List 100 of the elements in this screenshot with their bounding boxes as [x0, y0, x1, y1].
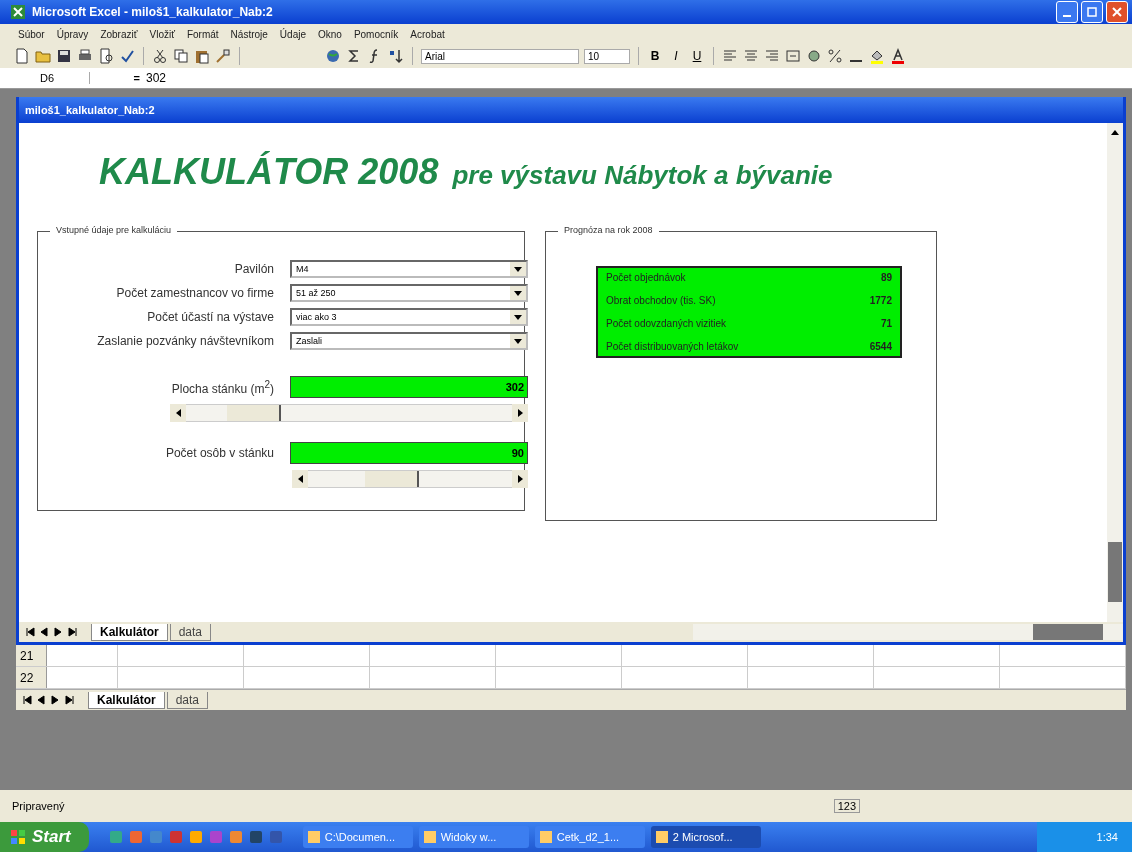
taskbar-button[interactable]: 2 Microsof...	[650, 826, 761, 848]
forecast-label: Počet objednávok	[606, 272, 686, 283]
menu-item[interactable]: Acrobat	[410, 28, 445, 40]
scroll-thumb[interactable]	[1108, 542, 1122, 602]
field-label: Pavilón	[233, 262, 274, 276]
brush-icon[interactable]	[215, 48, 231, 64]
vertical-scrollbar[interactable]	[1107, 123, 1123, 622]
row-header: 21	[16, 645, 47, 666]
align-right-icon[interactable]	[764, 48, 780, 64]
status-indicator: 123	[833, 799, 860, 813]
dropdown-field[interactable]: viac ako 3	[290, 308, 528, 326]
right-arrow-icon[interactable]	[517, 409, 523, 417]
flag-icon	[10, 829, 26, 845]
row-header: 22	[16, 667, 47, 688]
group-legend: Vstupné údaje pre kalkuláciu	[50, 225, 178, 235]
close-button[interactable]	[1106, 1, 1128, 23]
status-text: Pripravený	[12, 800, 66, 812]
globe-icon[interactable]	[325, 48, 341, 64]
preview-icon[interactable]	[98, 48, 114, 64]
spelling-icon[interactable]	[119, 48, 135, 64]
start-button[interactable]: Start	[0, 822, 89, 852]
window-icon	[306, 830, 321, 844]
group-legend: Prognóza na rok 2008	[558, 225, 659, 235]
font-size-field[interactable]: 10	[584, 48, 630, 64]
heading-subtitle: pre výstavu Nábytok a bývanie	[452, 160, 833, 191]
percent-icon[interactable]	[827, 48, 843, 64]
slider-thumb[interactable]	[365, 471, 419, 487]
sheet-tab[interactable]: Kalkulátor	[88, 691, 165, 709]
slider-thumb[interactable]	[226, 405, 281, 421]
scroll-thumb[interactable]	[1033, 624, 1103, 640]
window-icon	[538, 830, 553, 844]
maximize-button[interactable]	[1081, 1, 1103, 23]
spreadsheet-icon	[10, 4, 26, 20]
field-label: Počet zamestnancov vo firme	[115, 286, 274, 300]
align-center-icon[interactable]	[743, 48, 759, 64]
left-arrow-icon[interactable]	[175, 409, 181, 417]
forecast-label: Obrat obchodov (tis. SK)	[606, 295, 716, 306]
font-color-icon[interactable]	[890, 48, 906, 64]
forecast-value: 6544	[869, 341, 892, 352]
format-button[interactable]: B	[647, 49, 663, 63]
menu-item[interactable]: Údaje	[279, 28, 306, 40]
sort-icon[interactable]	[388, 48, 404, 64]
dropdown-field[interactable]: 51 až 250	[290, 284, 528, 302]
up-arrow-icon[interactable]	[1111, 129, 1119, 137]
taskbar-button[interactable]: Cetk_d2_1...	[534, 826, 645, 848]
field-label: Počet osôb v stánku	[164, 446, 274, 460]
menu-item[interactable]: Úpravy	[56, 28, 89, 40]
menu-item[interactable]: Formát	[186, 28, 219, 40]
caret-icon	[514, 266, 522, 272]
clipboard-icon[interactable]	[194, 48, 210, 64]
formula-field[interactable]: 302	[146, 71, 167, 85]
merge-icon[interactable]	[785, 48, 801, 64]
value-field: 302	[290, 376, 528, 398]
folder-icon[interactable]	[35, 48, 51, 64]
field-label: Zaslanie pozvánky návštevníkom	[96, 334, 274, 348]
window-icon	[422, 830, 437, 844]
name-box[interactable]: D6	[0, 72, 90, 84]
currency-icon[interactable]	[806, 48, 822, 64]
taskbar-button[interactable]: Widoky w...	[418, 826, 529, 848]
dropdown-field[interactable]: M4	[290, 260, 528, 278]
caret-icon	[514, 338, 522, 344]
forecast-value: 71	[880, 318, 892, 329]
copy-icon[interactable]	[173, 48, 189, 64]
new-file-icon[interactable]	[14, 48, 30, 64]
field-label: Počet účastí na výstave	[146, 310, 274, 324]
workbook-title: miloš1_kalkulator_Nab:2	[25, 104, 155, 116]
menu-item[interactable]: Pomocník	[353, 28, 399, 40]
formula-sign: =	[132, 72, 141, 84]
font-field[interactable]: Arial	[421, 48, 579, 64]
clock: 1:34	[1096, 831, 1118, 843]
fill-color-icon[interactable]	[869, 48, 885, 64]
scissors-icon[interactable]	[152, 48, 168, 64]
horizontal-scrollbar[interactable]	[693, 624, 1123, 640]
menu-item[interactable]: Nástroje	[230, 28, 268, 40]
left-arrow-icon[interactable]	[297, 475, 303, 483]
forecast-value: 89	[880, 272, 892, 283]
caret-icon	[514, 290, 522, 296]
dropdown-field[interactable]: Zaslali	[290, 332, 528, 350]
sheet-tab[interactable]: data	[166, 691, 209, 709]
forecast-label: Počet distribuovaných letákov	[606, 341, 739, 352]
window-icon	[654, 830, 669, 844]
align-left-icon[interactable]	[722, 48, 738, 64]
format-button[interactable]: I	[668, 49, 684, 63]
maximize-icon	[1087, 7, 1097, 17]
quick-launch-icon[interactable]	[188, 830, 203, 844]
minimize-button[interactable]	[1056, 1, 1078, 23]
save-icon[interactable]	[56, 48, 72, 64]
forecast-value: 1772	[869, 295, 892, 306]
menu-item[interactable]: Zobraziť	[100, 28, 138, 40]
field-label: Plocha stánku (m$^{2}$)	[170, 378, 274, 396]
menu-item[interactable]: Vložiť	[149, 28, 175, 40]
sheet-tab[interactable]: Kalkulátor	[91, 623, 168, 641]
window-title: Microsoft Excel - miloš1_kalkulator_Nab:2	[32, 5, 274, 19]
taskbar-button[interactable]: C:\Documen...	[302, 826, 413, 848]
format-button[interactable]: U	[689, 49, 705, 63]
forecast-label: Počet odovzdaných vizitiek	[606, 318, 727, 329]
menu-item[interactable]: Súbor	[18, 28, 45, 40]
sheet-tab[interactable]: data	[169, 623, 212, 641]
right-arrow-icon[interactable]	[517, 475, 523, 483]
menu-item[interactable]: Okno	[318, 28, 342, 40]
